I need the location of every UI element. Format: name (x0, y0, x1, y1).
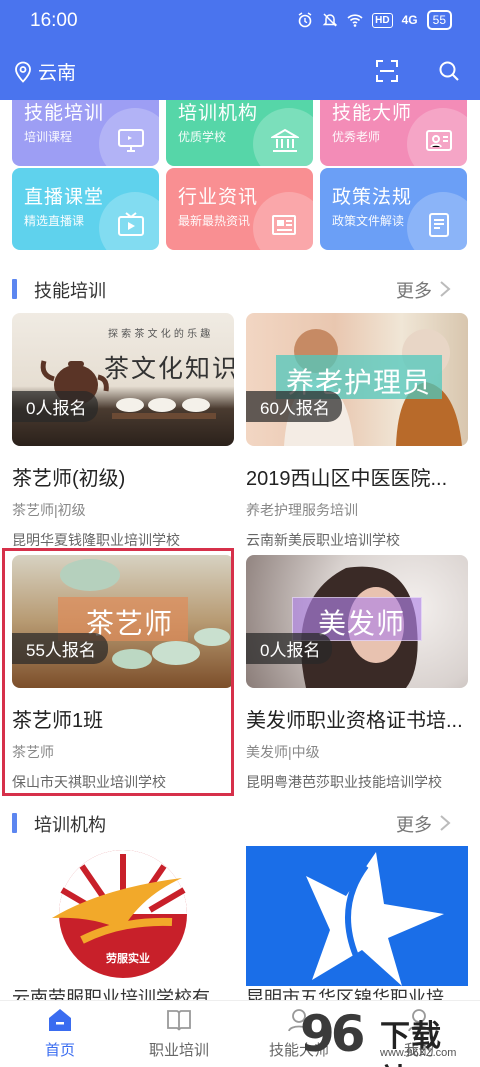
app-header: 16:00 HD 4G 55 云南 (0, 0, 480, 100)
site-watermark: 96 下载站 www.96XZ.com (300, 1005, 470, 1067)
category-tile-skills[interactable]: 技能培训 培训课程 (12, 100, 159, 166)
course-school: 昆明华夏钱隆职业培训学校 (12, 532, 180, 548)
location-label: 云南 (38, 63, 77, 84)
tile-subtitle: 精选直播课 (24, 214, 85, 228)
watermark-url: www.96XZ.com (380, 1047, 457, 1059)
tile-subtitle: 优秀老师 (332, 130, 381, 144)
skills-section-header: 技能培训 更多 (0, 272, 480, 306)
course-image-text: 美发师 (318, 607, 406, 640)
tile-subtitle: 培训课程 (24, 130, 73, 144)
mute-icon (322, 13, 338, 27)
orgs-section-header: 培训机构 更多 (0, 806, 480, 840)
tile-title: 技能培训 (24, 103, 105, 124)
network-label: 4G (401, 13, 418, 27)
tile-subtitle: 政策文件解读 (332, 214, 405, 228)
course-category: 茶艺师|初级 (12, 502, 86, 518)
tile-subtitle: 最新最热资讯 (178, 214, 251, 228)
course-title: 美发师职业资格证书培... (246, 710, 463, 732)
course-school: 云南新美辰职业培训学校 (246, 532, 400, 548)
tile-title: 直播课堂 (24, 187, 105, 208)
section-title: 培训机构 (34, 815, 106, 835)
course-image-text: 茶文化知识 (104, 354, 234, 383)
scan-icon[interactable] (376, 60, 398, 82)
more-link[interactable]: 更多 (396, 277, 432, 303)
course-card[interactable]: 养老护理员 60人报名 2019西山区中医医院... 养老护理服务培训 云南新美… (246, 313, 468, 550)
wifi-icon (347, 14, 363, 27)
category-tile-live[interactable]: 直播课堂 精选直播课 (12, 168, 159, 250)
status-icons: HD 4G 55 (297, 10, 452, 30)
search-icon[interactable] (438, 60, 460, 82)
status-time: 16:00 (30, 10, 78, 31)
tile-title: 行业资讯 (178, 187, 259, 208)
course-thumbnail: 养老护理员 60人报名 (246, 313, 468, 446)
tile-title: 技能大师 (332, 103, 413, 124)
section-title: 技能培训 (34, 281, 106, 301)
course-school: 昆明粤港芭莎职业技能培训学校 (246, 774, 442, 790)
enroll-count-badge: 0人报名 (12, 391, 99, 422)
location-selector[interactable]: 云南 (14, 58, 76, 85)
category-grid: 技能培训 培训课程 培训机构 优质学校 技能大师 优秀老师 直播课堂 精选直播课… (0, 100, 480, 256)
chevron-right-icon[interactable] (438, 280, 452, 298)
course-title: 2019西山区中医医院... (246, 468, 448, 490)
category-tile-institutions[interactable]: 培训机构 优质学校 (166, 100, 313, 166)
location-pin-icon (15, 61, 31, 83)
home-icon (49, 1009, 71, 1031)
document-icon (429, 213, 449, 237)
hd-badge: HD (372, 12, 393, 28)
video-icon (118, 212, 144, 236)
course-category: 养老护理服务培训 (246, 502, 358, 518)
alarm-icon (298, 12, 312, 28)
more-link[interactable]: 更多 (396, 811, 432, 837)
chevron-right-icon[interactable] (438, 814, 452, 832)
nav-label: 职业培训 (148, 1042, 209, 1059)
battery-indicator: 55 (426, 10, 452, 30)
tile-title: 培训机构 (178, 103, 259, 124)
course-image-caption: 探 索 茶 文 化 的 乐 趣 (108, 329, 211, 340)
tile-subtitle: 优质学校 (178, 130, 227, 144)
course-category: 美发师|中级 (246, 744, 320, 760)
nav-label: 首页 (44, 1042, 75, 1059)
org-card[interactable] (246, 846, 468, 986)
course-thumbnail: 美发师 0人报名 (246, 555, 468, 688)
course-title: 茶艺师(初级) (12, 468, 126, 490)
id-card-icon (426, 130, 452, 151)
newspaper-icon (272, 215, 296, 235)
watermark-number: 96 (300, 1005, 366, 1063)
header-nav: 云南 (0, 52, 480, 92)
bank-icon (271, 128, 299, 152)
org-logo (246, 846, 468, 986)
book-icon (167, 1010, 191, 1031)
highlight-box (2, 548, 234, 796)
nav-home[interactable]: 首页 (15, 1007, 105, 1060)
course-card[interactable]: 探 索 茶 文 化 的 乐 趣 茶文化知识 0人报名 茶艺师(初级) 茶艺师|初… (12, 313, 234, 550)
org-logo-text: 劳服实业 (106, 953, 150, 965)
enroll-count-badge: 0人报名 (246, 633, 333, 664)
tile-title: 政策法规 (332, 187, 413, 208)
monitor-icon (118, 129, 144, 152)
category-tile-masters[interactable]: 技能大师 优秀老师 (320, 100, 467, 166)
category-tile-news[interactable]: 行业资讯 最新最热资讯 (166, 168, 313, 250)
category-tile-policy[interactable]: 政策法规 政策文件解读 (320, 168, 467, 250)
course-card[interactable]: 美发师 0人报名 美发师职业资格证书培... 美发师|中级 昆明粤港芭莎职业技能… (246, 555, 468, 792)
enroll-count-badge: 60人报名 (246, 391, 342, 422)
org-card[interactable]: 劳服实业 (12, 846, 234, 986)
course-thumbnail: 探 索 茶 文 化 的 乐 趣 茶文化知识 0人报名 (12, 313, 234, 446)
status-bar: 16:00 HD 4G 55 (0, 0, 480, 42)
nav-training[interactable]: 职业培训 (134, 1007, 224, 1060)
